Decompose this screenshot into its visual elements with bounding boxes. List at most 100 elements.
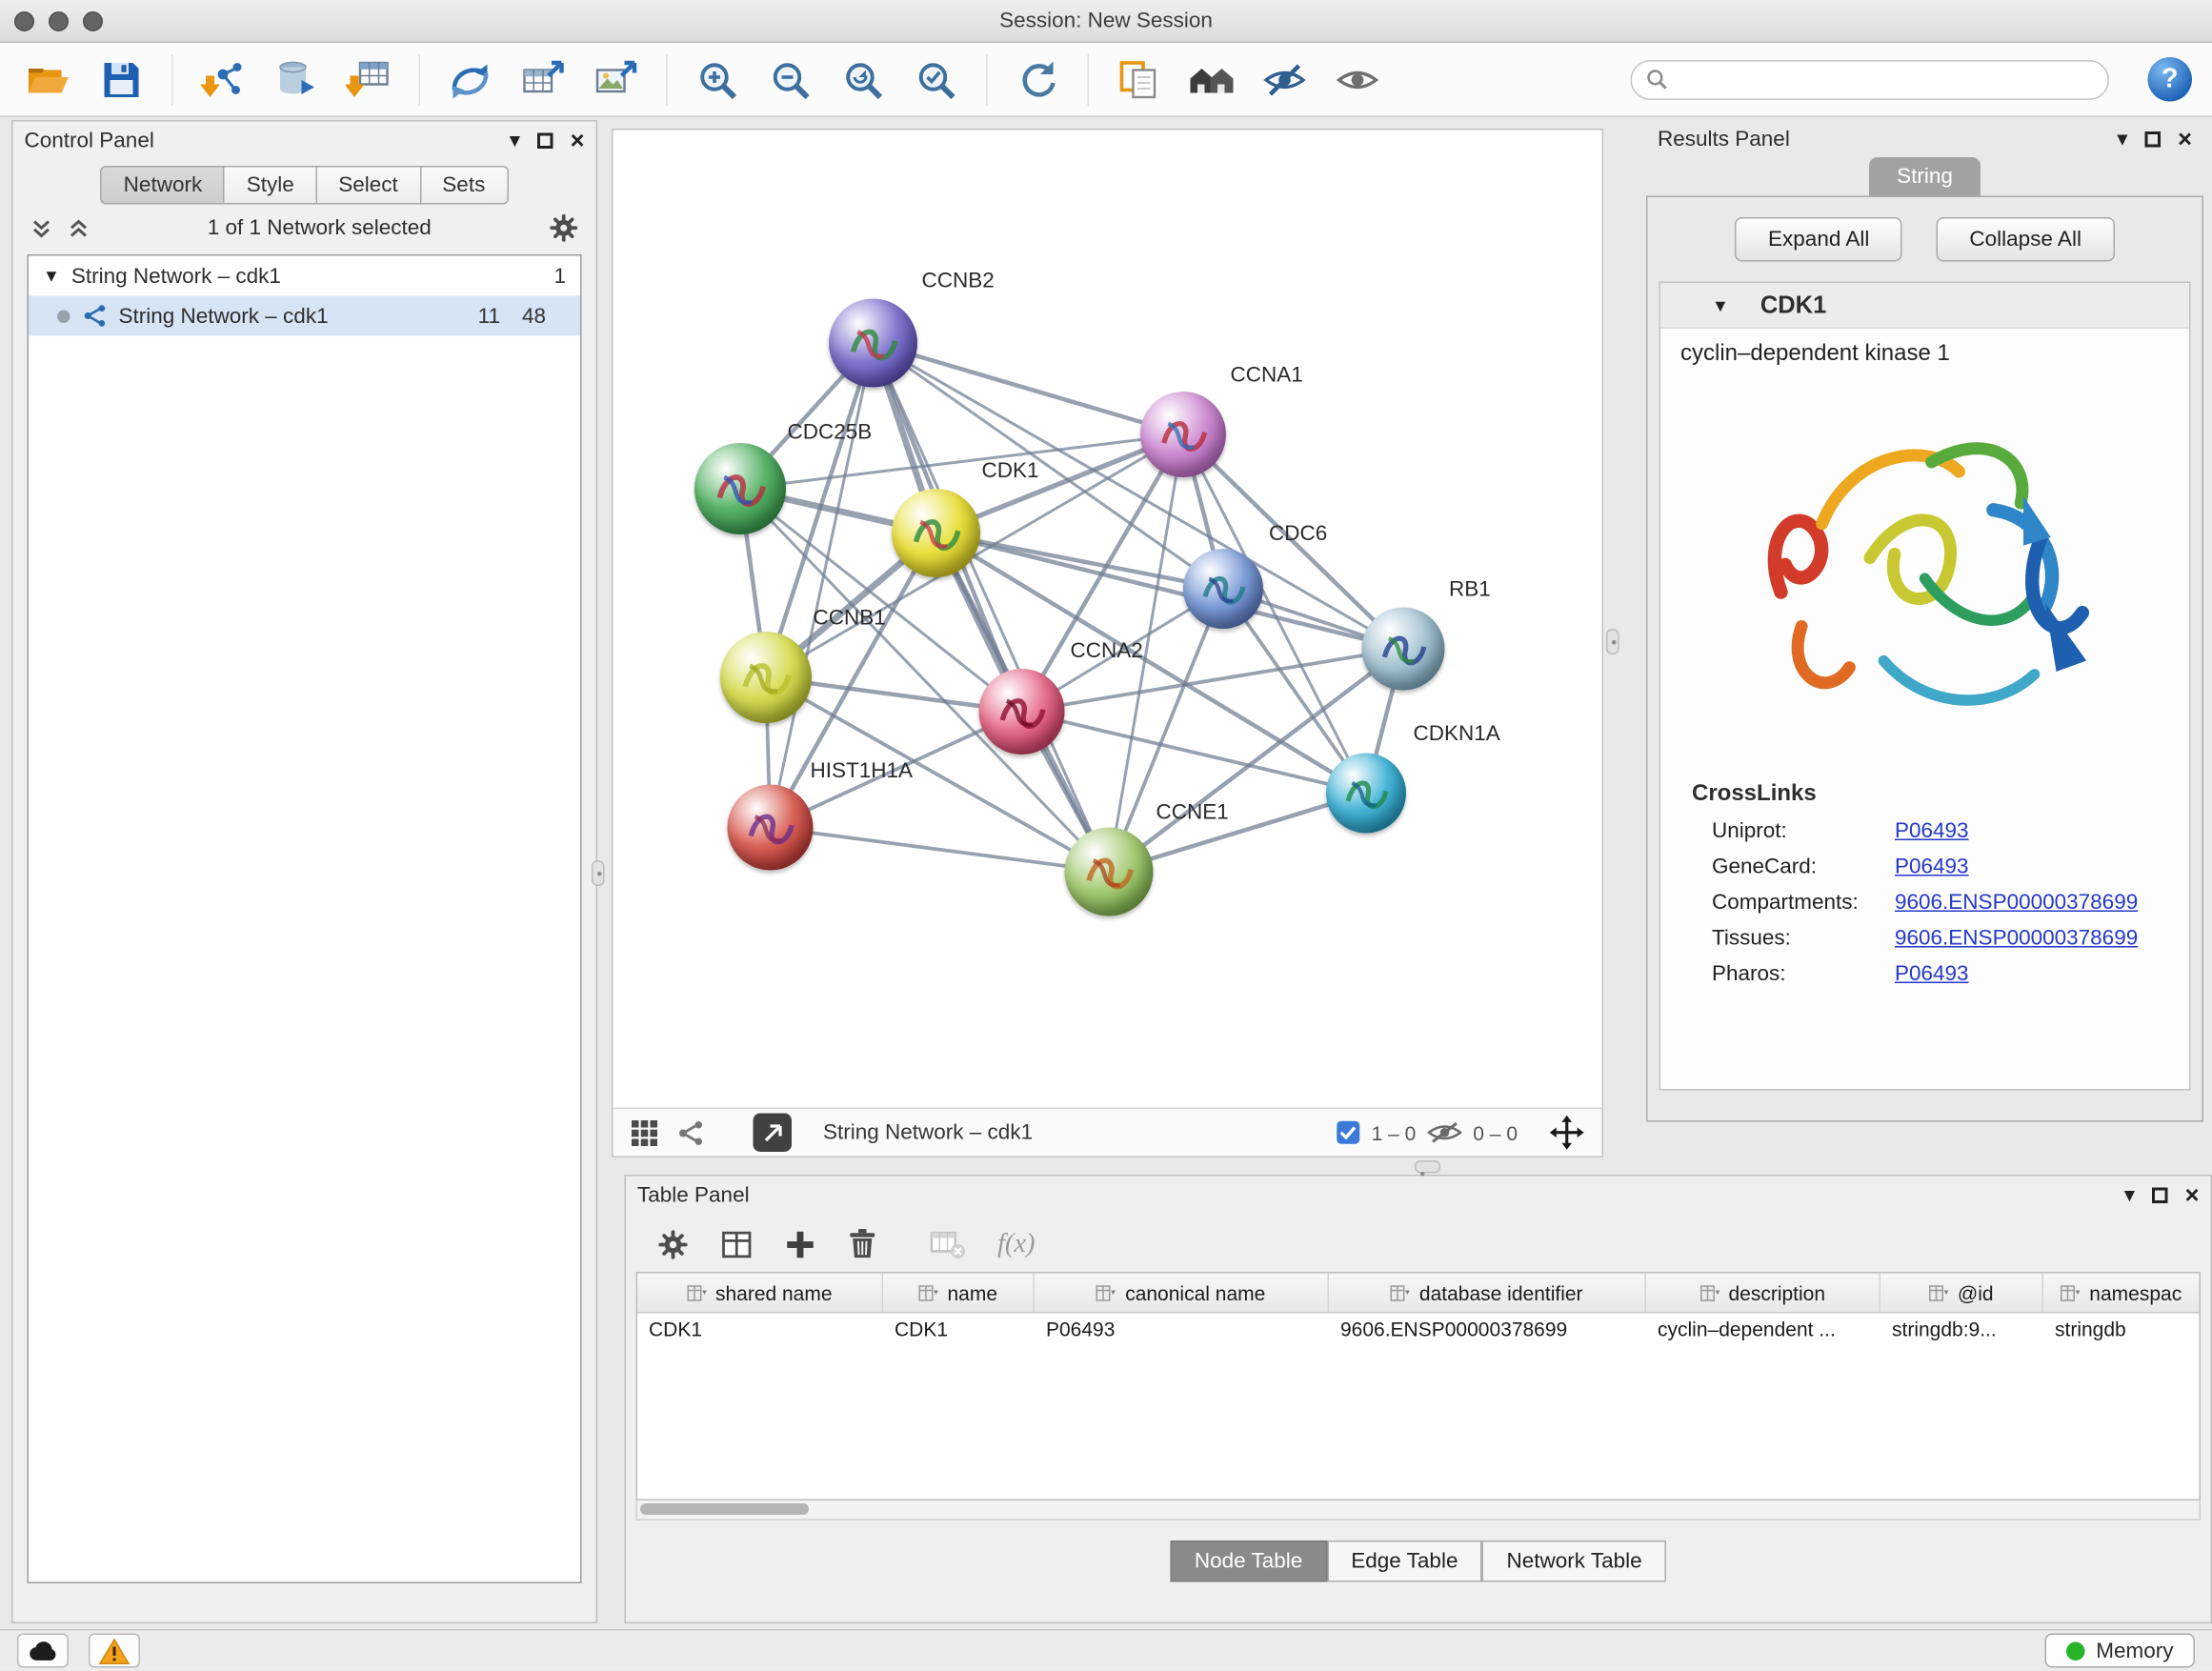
add-column-icon[interactable] [785,1228,816,1259]
crosslink-genecard-link[interactable]: P06493 [1895,855,1969,879]
delete-column-icon[interactable] [848,1228,878,1261]
grid-view-icon[interactable] [631,1118,659,1147]
selected-checkbox-icon[interactable] [1336,1120,1360,1145]
minimize-window-button[interactable] [49,11,69,31]
close-table-panel-icon[interactable]: × [2185,1182,2200,1207]
memory-button[interactable]: Memory [2044,1634,2195,1668]
zoom-selected-button[interactable] [908,50,965,108]
cell-canonical-name[interactable]: P06493 [1035,1314,1329,1351]
network-collection-row[interactable]: ▼ String Network – cdk1 1 [29,256,580,296]
collapse-all-button[interactable]: Collapse All [1937,217,2115,262]
network-row-selected[interactable]: String Network – cdk1 11 48 [29,296,580,336]
save-session-button[interactable] [93,50,151,108]
warnings-button[interactable] [89,1634,140,1668]
column-header-name[interactable]: name [883,1274,1035,1313]
network-node-CDK1[interactable] [892,489,980,577]
gene-collapse-caret-icon[interactable]: ▼ [1712,295,1729,315]
left-splitter-handle[interactable] [592,860,605,886]
first-neighbors-button[interactable] [1183,50,1240,108]
help-button[interactable]: ? [2148,57,2193,102]
network-node-CCNA1[interactable] [1140,392,1226,477]
network-node-CCNE1[interactable] [1065,828,1154,916]
network-node-RB1[interactable] [1362,608,1445,691]
new-network-button[interactable] [442,50,499,108]
zoom-fit-button[interactable] [835,50,892,108]
hide-selected-button[interactable] [1257,50,1314,108]
expand-all-networks-icon[interactable] [30,216,53,239]
import-table-button[interactable] [340,50,397,108]
column-header-shared-name[interactable]: shared name [637,1274,883,1313]
table-horizontal-scrollbar[interactable] [636,1500,2202,1520]
cell-name[interactable]: CDK1 [883,1314,1035,1351]
network-node-CDC25B[interactable] [694,443,786,534]
column-header-namespace[interactable]: namespac [2043,1274,2200,1313]
results-tab-string[interactable]: String [1870,157,1981,196]
detach-view-button[interactable] [754,1114,793,1153]
crosslink-tissues-link[interactable]: 9606.ENSP00000378699 [1895,926,2138,951]
right-splitter-handle[interactable] [1606,629,1619,654]
collapse-panel-icon[interactable]: ▾ [510,130,520,151]
pan-move-icon[interactable] [1549,1115,1585,1151]
column-header-id[interactable]: @id [1880,1274,2043,1313]
crosslink-compartments-link[interactable]: 9606.ENSP00000378699 [1895,891,2138,916]
close-window-button[interactable] [14,11,34,31]
export-image-button[interactable] [588,50,645,108]
float-panel-icon[interactable] [537,132,553,149]
collapse-all-networks-icon[interactable] [68,216,90,239]
share-view-icon[interactable] [676,1118,705,1147]
gene-section-header[interactable]: ▼ CDK1 [1660,283,2189,329]
network-node-CDC6[interactable] [1183,549,1263,629]
column-header-description[interactable]: description [1646,1274,1880,1313]
crosslink-pharos-link[interactable]: P06493 [1895,962,1969,987]
export-table-button[interactable] [514,50,572,108]
expand-all-button[interactable]: Expand All [1736,217,1902,262]
float-table-panel-icon[interactable] [2152,1187,2168,1203]
network-options-gear-icon[interactable] [549,213,579,244]
hidden-eye-slash-icon[interactable] [1427,1120,1461,1145]
tab-network-table[interactable]: Network Table [1482,1540,1666,1582]
zoom-in-button[interactable] [689,50,746,108]
search-field[interactable] [1631,59,2110,99]
open-session-button[interactable] [20,50,77,108]
close-results-icon[interactable]: × [2178,127,2192,151]
float-results-icon[interactable] [2145,131,2162,147]
tab-node-table[interactable]: Node Table [1170,1540,1326,1582]
network-node-CDKN1A[interactable] [1326,754,1406,834]
zoom-out-button[interactable] [762,50,819,108]
tab-network[interactable]: Network [101,166,226,205]
collapse-table-panel-icon[interactable]: ▾ [2124,1184,2135,1206]
collapse-results-icon[interactable]: ▾ [2117,128,2127,150]
cell-description[interactable]: cyclin–dependent ... [1646,1314,1880,1351]
cloud-status-button[interactable] [17,1634,69,1668]
cell-namespace[interactable]: stringdb [2043,1314,2200,1351]
cell-database-identifier[interactable]: 9606.ENSP00000378699 [1329,1314,1646,1351]
table-settings-gear-icon[interactable] [657,1228,689,1259]
table-row[interactable]: CDK1 CDK1 P06493 9606.ENSP00000378699 cy… [637,1314,2200,1351]
refresh-view-button[interactable] [1009,50,1066,108]
network-node-CCNB2[interactable] [829,299,917,388]
cell-id[interactable]: stringdb:9... [1880,1314,2043,1351]
scrollbar-thumb[interactable] [640,1503,809,1515]
maximize-window-button[interactable] [83,11,103,31]
network-node-CCNB1[interactable] [720,632,812,723]
apply-function-button[interactable]: f(x) [997,1228,1036,1259]
import-network-file-button[interactable] [194,50,251,108]
search-input[interactable] [1677,68,2094,91]
tab-sets[interactable]: Sets [421,166,509,205]
tab-select[interactable]: Select [317,166,421,205]
tree-expand-caret-icon[interactable]: ▼ [43,266,60,286]
duplicate-network-button[interactable] [1111,50,1168,108]
column-header-database-identifier[interactable]: database identifier [1329,1274,1646,1313]
cell-shared-name[interactable]: CDK1 [637,1314,883,1351]
bottom-splitter-handle[interactable] [1415,1160,1440,1174]
close-panel-icon[interactable]: × [571,128,585,152]
column-header-canonical-name[interactable]: canonical name [1035,1274,1329,1313]
network-canvas[interactable]: CCNB2CCNA1CDC25BCDK1CDC6RB1CCNB1CCNA2CDK… [613,131,1602,1108]
import-network-database-button[interactable] [268,50,325,108]
crosslink-uniprot-link[interactable]: P06493 [1895,819,1969,844]
tab-style[interactable]: Style [225,166,317,205]
show-columns-icon[interactable] [720,1228,754,1259]
show-all-button[interactable] [1329,50,1386,108]
tab-edge-table[interactable]: Edge Table [1327,1540,1482,1582]
network-node-HIST1H1A[interactable] [728,785,814,871]
